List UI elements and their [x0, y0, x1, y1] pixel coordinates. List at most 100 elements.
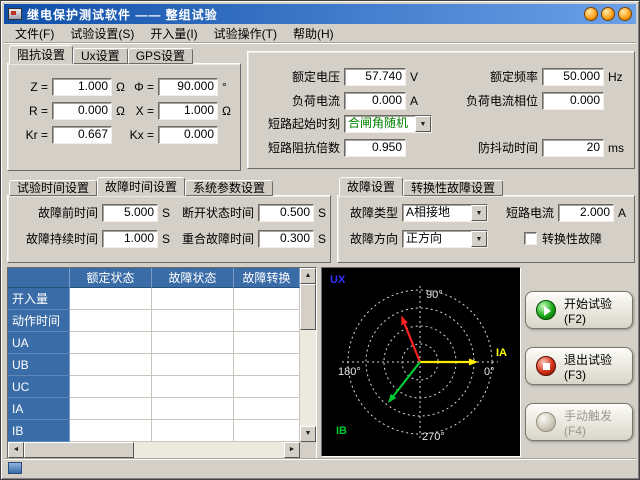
x-label: X =: [120, 102, 154, 120]
maximize-button[interactable]: [601, 7, 615, 21]
manual-trigger-icon: [536, 412, 556, 432]
tab-gps-settings[interactable]: GPS设置: [128, 48, 193, 64]
phasor-svg: UX 90° 180° 0° 270° IA IB: [322, 268, 520, 456]
table-cell[interactable]: [234, 310, 300, 332]
table-cell[interactable]: [234, 398, 300, 420]
impedance-tab-strip: 阻抗设置 Ux设置 GPS设置: [9, 45, 193, 64]
vertical-scrollbar[interactable]: [300, 268, 316, 442]
table-cell[interactable]: [234, 332, 300, 354]
table-cell[interactable]: [70, 376, 152, 398]
row-header: 动作时间: [8, 310, 70, 332]
prefault-time-field[interactable]: 5.000: [102, 204, 158, 222]
rated-voltage-field[interactable]: 57.740: [344, 68, 406, 86]
exit-test-button[interactable]: 退出试验(F3): [525, 347, 633, 385]
table-cell[interactable]: [70, 288, 152, 310]
scroll-up-icon[interactable]: [300, 268, 316, 284]
table-cell[interactable]: [152, 420, 234, 442]
kr-field[interactable]: 0.667: [52, 126, 112, 144]
table-cell[interactable]: [234, 354, 300, 376]
tab-ux-settings[interactable]: Ux设置: [73, 48, 128, 64]
reclose-fault-time-field[interactable]: 0.300: [258, 230, 314, 248]
fault-type-combo[interactable]: A相接地: [402, 204, 488, 222]
window-title: 继电保护测试软件 —— 整组试验: [27, 6, 218, 23]
menu-file[interactable]: 文件(F): [7, 23, 62, 44]
rated-voltage-unit: V: [410, 68, 418, 86]
horizontal-scrollbar[interactable]: [8, 442, 300, 458]
horizontal-scroll-thumb[interactable]: [24, 442, 134, 458]
chevron-down-icon[interactable]: [471, 231, 487, 247]
table-cell[interactable]: [152, 288, 234, 310]
menu-test-settings[interactable]: 试验设置(S): [62, 23, 142, 44]
load-current-field[interactable]: 0.000: [344, 92, 406, 110]
tab-test-time-settings[interactable]: 试验时间设置: [9, 180, 97, 196]
table-header-row: 额定状态 故障状态 故障转换: [8, 268, 300, 288]
kx-field[interactable]: 0.000: [158, 126, 218, 144]
load-current-phase-field[interactable]: 0.000: [542, 92, 604, 110]
short-circuit-start-value: 合闸角随机: [345, 116, 415, 132]
stop-icon: [536, 356, 556, 376]
status-icon: [8, 462, 22, 474]
row-header: UB: [8, 354, 70, 376]
r-field[interactable]: 0.000: [52, 102, 112, 120]
menu-help[interactable]: 帮助(H): [285, 23, 342, 44]
fault-direction-value: 正方向: [403, 231, 471, 247]
tab-fault-time-settings[interactable]: 故障时间设置: [97, 177, 185, 196]
x-field[interactable]: 1.000: [158, 102, 218, 120]
z-field[interactable]: 1.000: [52, 78, 112, 96]
chevron-down-icon[interactable]: [471, 205, 487, 221]
table-cell[interactable]: [152, 310, 234, 332]
table-cell[interactable]: [152, 376, 234, 398]
phi-field[interactable]: 90.000: [158, 78, 218, 96]
polar-270-label: 270°: [422, 431, 445, 443]
table-cell[interactable]: [152, 354, 234, 376]
scroll-right-icon[interactable]: [284, 442, 300, 458]
time-tab-strip: 试验时间设置 故障时间设置 系统参数设置: [9, 177, 273, 196]
rating-group: 额定电压 57.740 V 额定频率 50.000 Hz 负荷电流 0.000 …: [247, 51, 635, 169]
exit-test-label: 退出试验(F3): [564, 351, 632, 382]
impedance-coefficient-field[interactable]: 0.950: [344, 139, 406, 157]
fault-time-group: 故障前时间 5.000 S 断开状态时间 0.500 S 故障持续时间 1.00…: [7, 195, 331, 263]
reclose-fault-time-label: 重合故障时间: [172, 230, 254, 248]
table-cell[interactable]: [70, 354, 152, 376]
table-cell[interactable]: [234, 288, 300, 310]
close-button[interactable]: [618, 7, 632, 21]
convertible-fault-checkbox[interactable]: [524, 232, 537, 245]
start-test-button[interactable]: 开始试验(F2): [525, 291, 633, 329]
minimize-button[interactable]: [584, 7, 598, 21]
menu-bar: 文件(F) 试验设置(S) 开入量(I) 试验操作(T) 帮助(H): [4, 24, 636, 43]
menu-digital-input[interactable]: 开入量(I): [142, 23, 205, 44]
table-cell[interactable]: [152, 398, 234, 420]
table-cell[interactable]: [70, 420, 152, 442]
polar-ux-label: UX: [330, 274, 346, 286]
fault-duration-field[interactable]: 1.000: [102, 230, 158, 248]
manual-trigger-button: 手动触发(F4): [525, 403, 633, 441]
fault-group: 故障类型 A相接地 短路电流 2.000 A 故障方向 正方向 转换性故障: [337, 195, 635, 263]
open-state-time-field[interactable]: 0.500: [258, 204, 314, 222]
short-circuit-start-combo[interactable]: 合闸角随机: [344, 115, 432, 133]
tab-fault-settings[interactable]: 故障设置: [339, 177, 403, 196]
table-cell[interactable]: [152, 332, 234, 354]
short-circuit-current-unit: A: [618, 204, 626, 222]
kr-label: Kr =: [14, 126, 48, 144]
table-cell[interactable]: [70, 398, 152, 420]
table-cell[interactable]: [70, 332, 152, 354]
r-label: R =: [14, 102, 48, 120]
fault-direction-combo[interactable]: 正方向: [402, 230, 488, 248]
table-cell[interactable]: [234, 376, 300, 398]
menu-test-operation[interactable]: 试验操作(T): [206, 23, 285, 44]
vertical-scroll-thumb[interactable]: [300, 284, 316, 330]
row-header: UA: [8, 332, 70, 354]
tab-impedance-settings[interactable]: 阻抗设置: [9, 45, 73, 64]
scroll-left-icon[interactable]: [8, 442, 24, 458]
row-header: 开入量: [8, 288, 70, 310]
debounce-time-field[interactable]: 20: [542, 139, 604, 157]
short-circuit-current-field[interactable]: 2.000: [558, 204, 614, 222]
chevron-down-icon[interactable]: [415, 116, 431, 132]
scroll-down-icon[interactable]: [300, 426, 316, 442]
short-circuit-start-label: 短路起始时刻: [252, 115, 340, 133]
table-cell[interactable]: [234, 420, 300, 442]
rated-frequency-field[interactable]: 50.000: [542, 68, 604, 86]
table-cell[interactable]: [70, 310, 152, 332]
tab-convertible-fault-settings[interactable]: 转换性故障设置: [403, 180, 503, 196]
tab-system-parameter-settings[interactable]: 系统参数设置: [185, 180, 273, 196]
